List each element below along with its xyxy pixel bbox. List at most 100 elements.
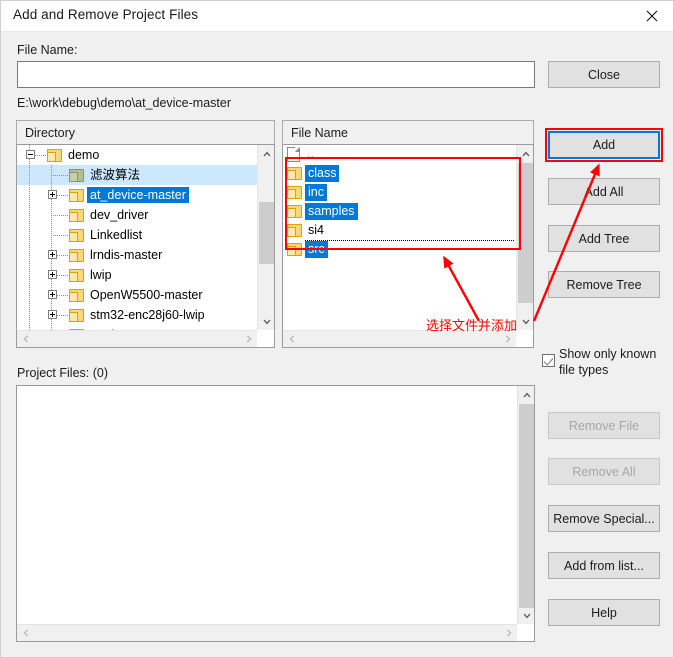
chevron-left-icon — [22, 629, 28, 637]
tree-guide-lines — [17, 225, 69, 245]
file-list-item[interactable]: class — [283, 164, 516, 183]
folder-icon — [69, 188, 84, 202]
scroll-left-button[interactable] — [17, 331, 34, 347]
tree-guide-lines — [17, 205, 69, 225]
close-button[interactable] — [629, 1, 673, 31]
project-files-horizontal-scrollbar[interactable] — [17, 624, 517, 641]
directory-tree-item-label: Linkedlist — [90, 228, 143, 242]
remove-tree-button[interactable]: Remove Tree — [548, 271, 660, 298]
file-name-label: File Name: — [17, 43, 78, 57]
help-button[interactable]: Help — [548, 599, 660, 626]
file-list-item[interactable]: samples — [283, 202, 516, 221]
file-horizontal-scrollbar[interactable] — [283, 330, 516, 347]
directory-tree-item[interactable]: lwip — [17, 265, 257, 285]
folder-icon — [69, 268, 84, 282]
current-path-label: E:\work\debug\demo\at_device-master — [17, 96, 231, 110]
directory-tree-item[interactable]: lrndis-master — [17, 245, 257, 265]
folder-icon — [287, 186, 302, 199]
scroll-thumb[interactable] — [259, 202, 274, 264]
add-button[interactable]: Add — [548, 131, 660, 159]
folder-icon — [69, 228, 84, 242]
show-only-known-file-types-checkbox[interactable] — [542, 354, 555, 367]
scroll-right-button[interactable] — [499, 331, 516, 347]
chevron-down-icon — [522, 319, 529, 324]
project-files-vertical-scrollbar[interactable] — [517, 386, 534, 624]
checkbox-label-line2: file types — [559, 363, 609, 377]
scroll-up-button[interactable] — [258, 145, 275, 162]
directory-tree-item[interactable]: OpenW5500-master — [17, 285, 257, 305]
add-tree-button[interactable]: Add Tree — [548, 225, 660, 252]
directory-tree-item-label: dev_driver — [90, 208, 149, 222]
directory-tree[interactable]: demo 滤波算法 at_device-master dev_driver Linked… — [17, 145, 257, 330]
scroll-thumb[interactable] — [518, 163, 533, 303]
scroll-up-button[interactable] — [518, 386, 535, 403]
directory-tree-item[interactable]: demo — [17, 145, 257, 165]
directory-tree-item[interactable]: 滤波算法 — [17, 165, 257, 185]
expand-icon[interactable] — [48, 270, 57, 279]
page-title: Add and Remove Project Files — [13, 7, 199, 22]
close-icon — [646, 10, 658, 22]
file-list-item-label: src — [305, 241, 328, 258]
title-bar: Add and Remove Project Files — [1, 1, 673, 32]
directory-tree-item[interactable]: stm32-enc28j60-lwip — [17, 305, 257, 325]
directory-tree-item[interactable]: at_device-master — [17, 185, 257, 205]
expand-icon[interactable] — [48, 190, 57, 199]
collapse-icon[interactable] — [26, 150, 35, 159]
checkbox-label-line1: Show only known — [559, 347, 657, 361]
file-list-item[interactable]: inc — [283, 183, 516, 202]
file-list-item-label: samples — [305, 203, 358, 220]
file-vertical-scrollbar[interactable] — [516, 145, 533, 330]
project-files-list[interactable] — [17, 386, 517, 624]
folder-icon — [69, 288, 84, 302]
file-list-item[interactable]: si4 — [283, 221, 516, 240]
scroll-left-button[interactable] — [283, 331, 300, 347]
remove-special-button[interactable]: Remove Special... — [548, 505, 660, 532]
file-list-item-label: inc — [305, 184, 327, 201]
tree-guide-lines — [17, 245, 69, 265]
remove-all-button[interactable]: Remove All — [548, 458, 660, 485]
directory-horizontal-scrollbar[interactable] — [17, 330, 257, 347]
directory-tree-item-label: lwip — [90, 268, 112, 282]
scroll-down-button[interactable] — [258, 313, 275, 330]
chevron-down-icon — [523, 613, 530, 618]
scroll-right-button[interactable] — [240, 331, 257, 347]
directory-tree-item[interactable]: dev_driver — [17, 205, 257, 225]
remove-file-button[interactable]: Remove File — [548, 412, 660, 439]
folder-icon — [69, 248, 84, 262]
scroll-left-button[interactable] — [17, 625, 34, 641]
chevron-up-icon — [523, 392, 530, 397]
file-list-item[interactable]: src — [283, 240, 516, 259]
add-from-list-button[interactable]: Add from list... — [548, 552, 660, 579]
chevron-left-icon — [22, 335, 28, 343]
directory-tree-item-label: lrndis-master — [90, 248, 163, 262]
chevron-right-icon — [246, 335, 252, 343]
scroll-up-button[interactable] — [517, 145, 534, 162]
expand-icon[interactable] — [48, 290, 57, 299]
scroll-thumb[interactable] — [519, 404, 534, 608]
folder-icon — [287, 224, 302, 237]
file-panel: .. class inc samples si4 src — [282, 144, 534, 348]
tree-guide-lines — [17, 165, 69, 185]
folder-icon — [69, 308, 84, 322]
add-all-button[interactable]: Add All — [548, 178, 660, 205]
file-name-input[interactable] — [17, 61, 535, 88]
scroll-right-button[interactable] — [500, 625, 517, 641]
directory-tree-item[interactable]: Linkedlist — [17, 225, 257, 245]
file-list-item-label: si4 — [308, 223, 324, 237]
project-files-panel — [16, 385, 535, 642]
close-button-main[interactable]: Close — [548, 61, 660, 88]
expand-icon[interactable] — [48, 310, 57, 319]
tree-guide-lines — [17, 285, 69, 305]
chevron-down-icon — [263, 319, 270, 324]
file-panel-header: File Name — [282, 120, 534, 145]
scroll-down-button[interactable] — [517, 313, 534, 330]
directory-tree-item-label: demo — [68, 148, 100, 162]
file-list-item[interactable]: .. — [283, 145, 516, 164]
folder-icon — [69, 208, 84, 222]
file-list[interactable]: .. class inc samples si4 src — [283, 145, 516, 330]
scroll-down-button[interactable] — [518, 607, 535, 624]
expand-icon[interactable] — [48, 250, 57, 259]
directory-vertical-scrollbar[interactable] — [257, 145, 274, 330]
tree-guide-lines — [17, 185, 69, 205]
folder-icon-green — [69, 168, 84, 182]
